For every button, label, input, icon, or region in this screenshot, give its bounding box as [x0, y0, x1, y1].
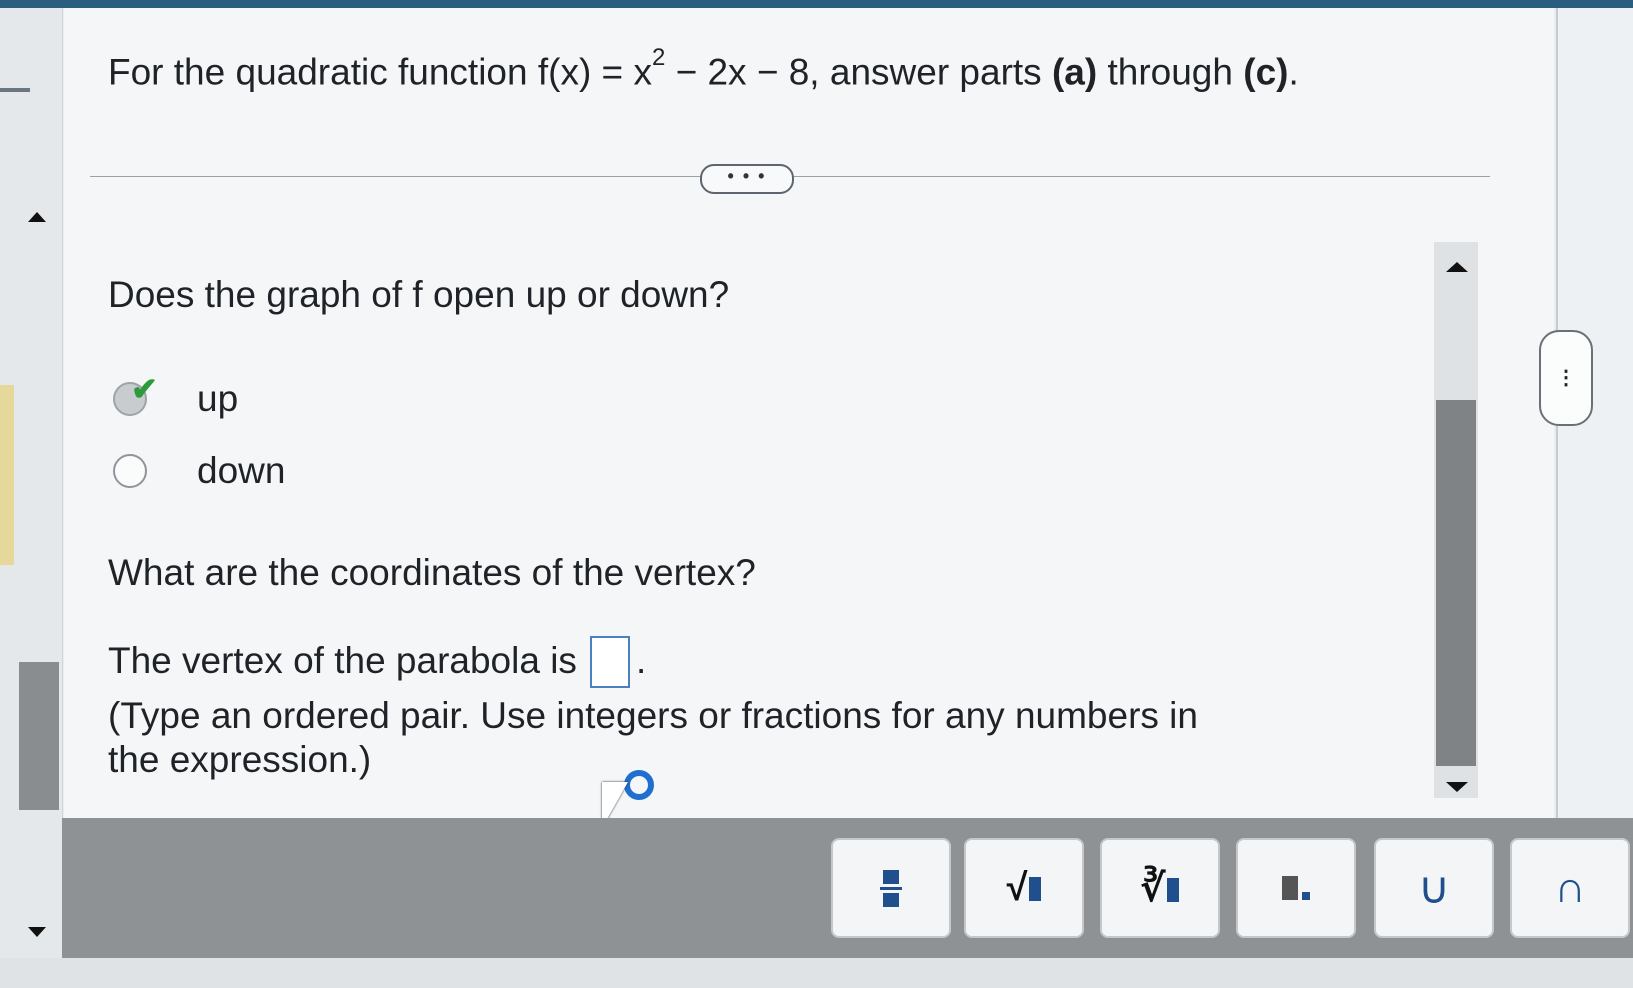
back-arrow-icon[interactable]	[0, 88, 30, 92]
nth-root-button[interactable]: ∛	[1100, 838, 1220, 938]
part-a-question: Does the graph of f open up or down?	[108, 274, 730, 315]
sqrt-icon: √	[1007, 867, 1042, 910]
loading-spinner-icon	[624, 770, 654, 800]
intersection-icon: ∩	[1554, 863, 1586, 912]
scroll-down-icon[interactable]	[1446, 782, 1468, 792]
toolbar-footer	[0, 958, 1633, 988]
option-label: down	[197, 450, 286, 491]
union-button[interactable]: ∪	[1374, 838, 1494, 938]
left-highlight-strip	[0, 385, 14, 565]
left-scrollbar-thumb[interactable]	[19, 662, 59, 810]
show-more-button[interactable]: • • •	[700, 164, 794, 194]
left-scroll-down-icon[interactable]	[28, 927, 46, 937]
fraction-button[interactable]	[831, 838, 951, 938]
union-icon: ∪	[1417, 863, 1451, 913]
subscript-icon	[1282, 876, 1310, 900]
panel-resize-handle[interactable]: ⋮	[1539, 330, 1593, 426]
radio-down[interactable]	[113, 454, 147, 488]
part-b-question: What are the coordinates of the vertex?	[108, 552, 756, 593]
answer-hint: (Type an ordered pair. Use integers or f…	[108, 695, 1198, 780]
vertex-answer-input[interactable]	[590, 636, 630, 688]
top-bar	[0, 0, 1633, 8]
scroll-up-icon[interactable]	[1446, 262, 1468, 272]
intersection-button[interactable]: ∩	[1510, 838, 1630, 938]
left-scroll-up-icon[interactable]	[28, 212, 46, 222]
more-vertical-icon: ⋮	[1556, 367, 1576, 389]
question-title: For the quadratic function f(x) = x2 − 2…	[108, 44, 1299, 93]
option-label: up	[197, 378, 239, 419]
fraction-icon	[880, 869, 902, 907]
answer-prompt: The vertex of the parabola is	[108, 640, 577, 681]
checkmark-icon: ✔	[131, 371, 158, 407]
square-root-button[interactable]: √	[964, 838, 1084, 938]
content-scrollbar-thumb[interactable]	[1436, 400, 1476, 766]
subscript-button[interactable]	[1236, 838, 1356, 938]
answer-period: .	[636, 640, 647, 681]
nth-root-icon: ∛	[1141, 866, 1180, 911]
